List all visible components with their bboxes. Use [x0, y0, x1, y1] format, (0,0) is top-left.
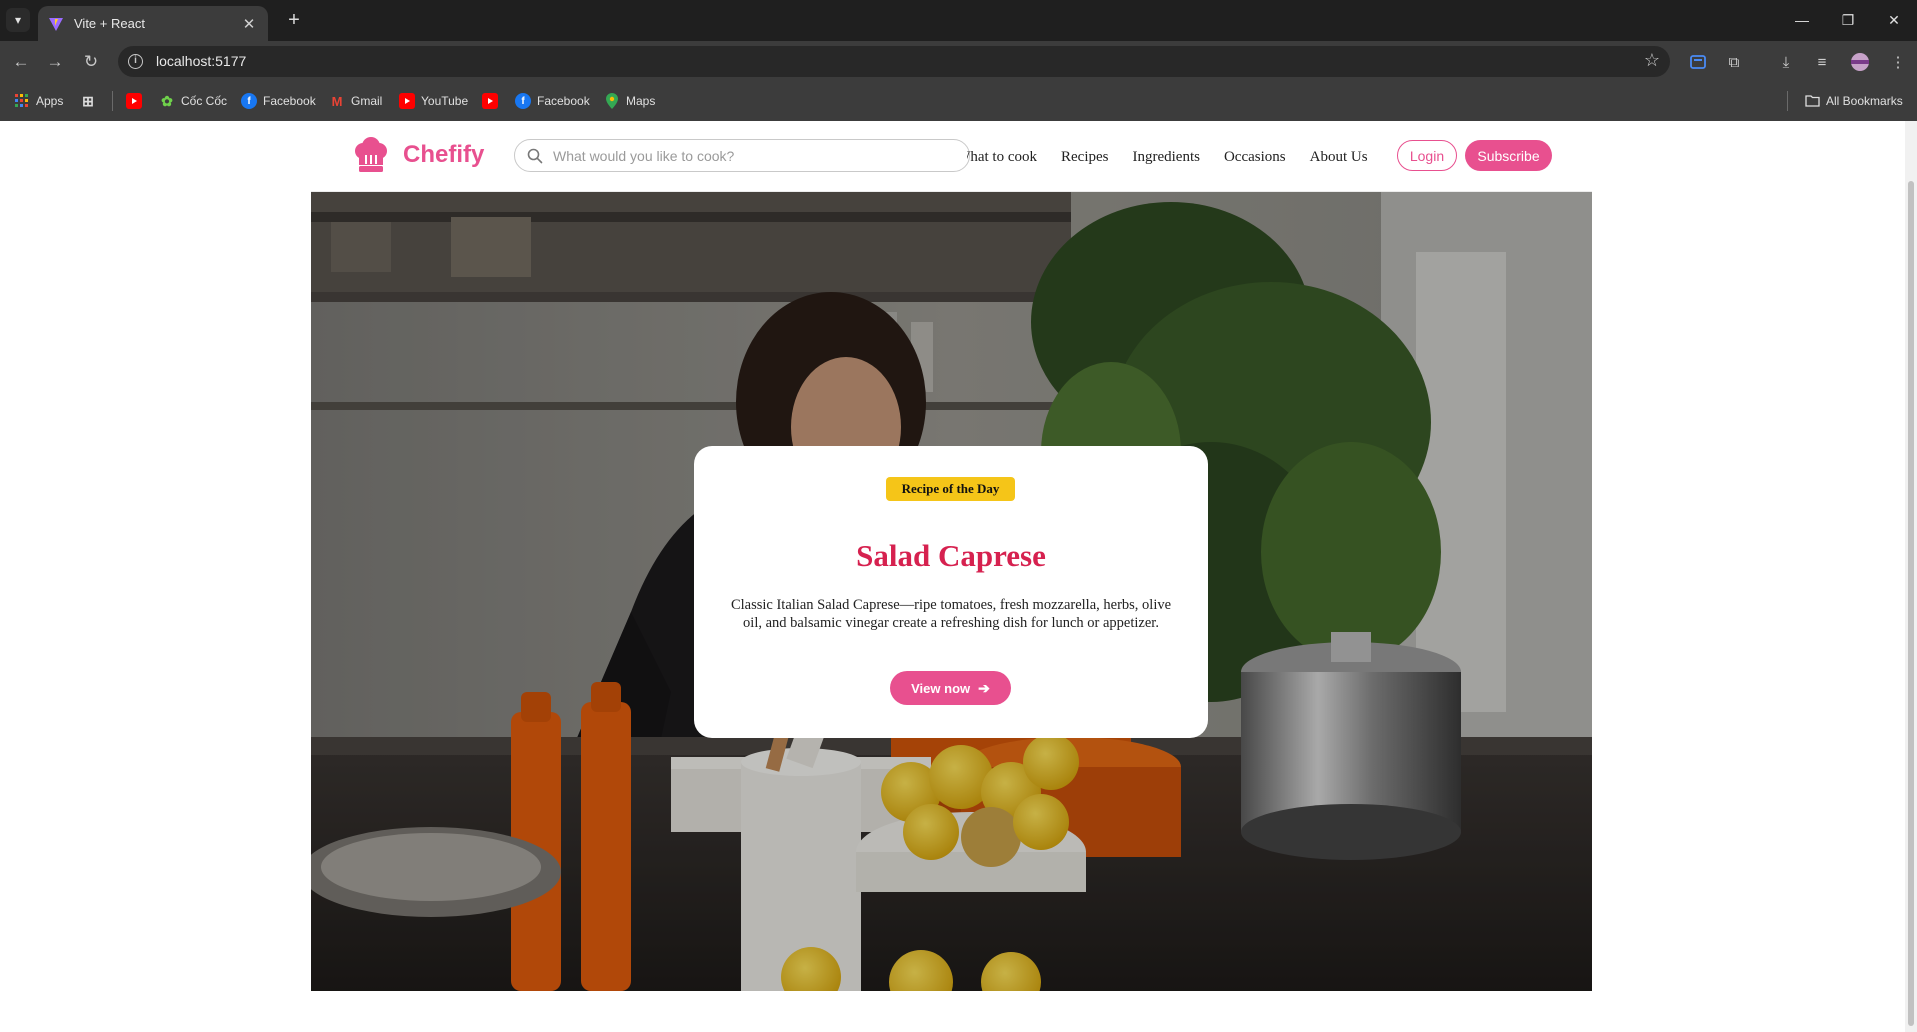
extension-sidebar-icon[interactable]	[1686, 50, 1710, 74]
brand-logo[interactable]: Chefify	[351, 135, 484, 175]
nav-item-what-to-cook[interactable]: What to cook	[967, 149, 1037, 166]
browser-tab[interactable]: Vite + React ✕	[38, 6, 268, 41]
bookmark-coccoc[interactable]: ✿ Cốc Cốc	[159, 91, 227, 111]
recipe-description: Classic Italian Salad Caprese—ripe tomat…	[730, 597, 1172, 631]
view-now-button[interactable]: View now ➔	[890, 671, 1011, 705]
search-input[interactable]	[553, 147, 953, 164]
main-nav: What to cook Recipes Ingredients Occasio…	[967, 145, 1368, 169]
tab-close-icon[interactable]: ✕	[240, 15, 258, 33]
recipe-badge: Recipe of the Day	[886, 477, 1015, 501]
nav-item-recipes[interactable]: Recipes	[1061, 149, 1108, 166]
hero-banner: Recipe of the Day Salad Caprese Classic …	[311, 192, 1592, 991]
bookmark-label: Maps	[626, 94, 656, 108]
scrollbar-thumb[interactable]	[1908, 181, 1914, 1026]
new-tab-button[interactable]: +	[282, 9, 306, 31]
nav-item-about-us[interactable]: About Us	[1310, 149, 1368, 166]
address-url: localhost:5177	[156, 53, 247, 69]
browser-toolbar: ← → ↻ i localhost:5177 ☆ ⧉ ⤓ ≡ ⋮	[0, 41, 1917, 81]
all-bookmarks-folder[interactable]: All Bookmarks	[1804, 91, 1903, 111]
bookmark-facebook-2[interactable]: f Facebook	[515, 91, 590, 111]
bookmark-star-icon[interactable]: ☆	[1644, 50, 1660, 71]
download-icon[interactable]: ⤓	[1774, 50, 1798, 74]
bookmark-maps[interactable]: Maps	[604, 91, 655, 111]
recipe-search[interactable]	[514, 139, 970, 172]
bookmark-label: Apps	[36, 94, 64, 108]
brand-name: Chefify	[403, 141, 485, 168]
bookmark-label: Facebook	[537, 94, 590, 108]
bookmark-label: Gmail	[351, 94, 383, 108]
vite-favicon-icon	[49, 17, 63, 31]
facebook-icon: f	[241, 93, 257, 109]
site-info-icon[interactable]: i	[128, 54, 143, 69]
minimize-icon[interactable]: —	[1788, 8, 1816, 32]
media-control-icon[interactable]: ≡	[1810, 50, 1834, 74]
bookmark-youtube-1[interactable]	[126, 91, 148, 111]
bookmark-gmail[interactable]: M Gmail	[329, 91, 383, 111]
page-scrollbar[interactable]	[1905, 121, 1917, 1032]
facebook-icon: f	[515, 93, 531, 109]
bookmark-tab-groups[interactable]: ⊞	[80, 91, 102, 111]
bookmark-label: Facebook	[263, 94, 316, 108]
close-window-icon[interactable]: ✕	[1880, 8, 1908, 32]
bookmark-facebook-1[interactable]: f Facebook	[241, 91, 316, 111]
tab-groups-icon: ⊞	[82, 92, 94, 109]
coccoc-icon: ✿	[161, 92, 173, 109]
youtube-icon	[399, 93, 415, 109]
nav-item-occasions[interactable]: Occasions	[1224, 149, 1286, 166]
forward-arrow-icon[interactable]: →	[42, 49, 68, 75]
bookmark-label: YouTube	[421, 94, 469, 108]
browser-menu-icon[interactable]: ⋮	[1886, 50, 1910, 74]
search-icon	[527, 148, 543, 163]
bookmark-youtube-3[interactable]	[482, 91, 504, 111]
youtube-icon	[126, 93, 142, 109]
all-bookmarks-label: All Bookmarks	[1826, 94, 1903, 108]
nav-item-ingredients[interactable]: Ingredients	[1132, 149, 1199, 166]
bookmarks-bar: Apps ⊞ ✿ Cốc Cốc f Facebook M Gmail YouT…	[0, 81, 1917, 121]
bookmark-youtube-2[interactable]: YouTube	[399, 91, 468, 111]
site-container: Chefify What to cook Recipes Ingredients…	[311, 121, 1592, 991]
folder-icon	[1804, 93, 1820, 109]
extensions-puzzle-icon[interactable]: ⧉	[1722, 50, 1746, 74]
chef-hat-icon	[355, 137, 387, 172]
youtube-icon	[482, 93, 498, 109]
restore-icon[interactable]: ❐	[1834, 8, 1862, 32]
bookmark-separator	[1787, 91, 1788, 111]
address-bar[interactable]: i localhost:5177 ☆	[118, 46, 1670, 77]
site-header: Chefify What to cook Recipes Ingredients…	[311, 121, 1592, 192]
reload-icon[interactable]: ↻	[78, 49, 104, 75]
bookmark-separator	[112, 91, 113, 111]
back-arrow-icon[interactable]: ←	[8, 49, 34, 75]
subscribe-button[interactable]: Subscribe	[1465, 140, 1552, 171]
gmail-icon: M	[331, 93, 343, 109]
apps-grid-icon	[14, 93, 30, 109]
recipe-title: Salad Caprese	[856, 538, 1046, 573]
view-now-label: View now	[911, 680, 971, 696]
bookmark-apps[interactable]: Apps	[14, 91, 63, 111]
page-viewport: Chefify What to cook Recipes Ingredients…	[0, 121, 1917, 1032]
maps-icon	[604, 93, 620, 109]
login-button[interactable]: Login	[1397, 140, 1457, 171]
browser-tab-bar: ▾ Vite + React ✕ + — ❐ ✕	[0, 0, 1917, 41]
bookmark-label: Cốc Cốc	[181, 94, 228, 108]
arrow-right-icon: ➔	[978, 679, 990, 696]
tab-title: Vite + React	[74, 16, 145, 31]
tab-search-button[interactable]: ▾	[6, 8, 30, 32]
recipe-of-the-day-card: Recipe of the Day Salad Caprese Classic …	[694, 446, 1208, 738]
profile-avatar-icon[interactable]	[1848, 50, 1872, 74]
